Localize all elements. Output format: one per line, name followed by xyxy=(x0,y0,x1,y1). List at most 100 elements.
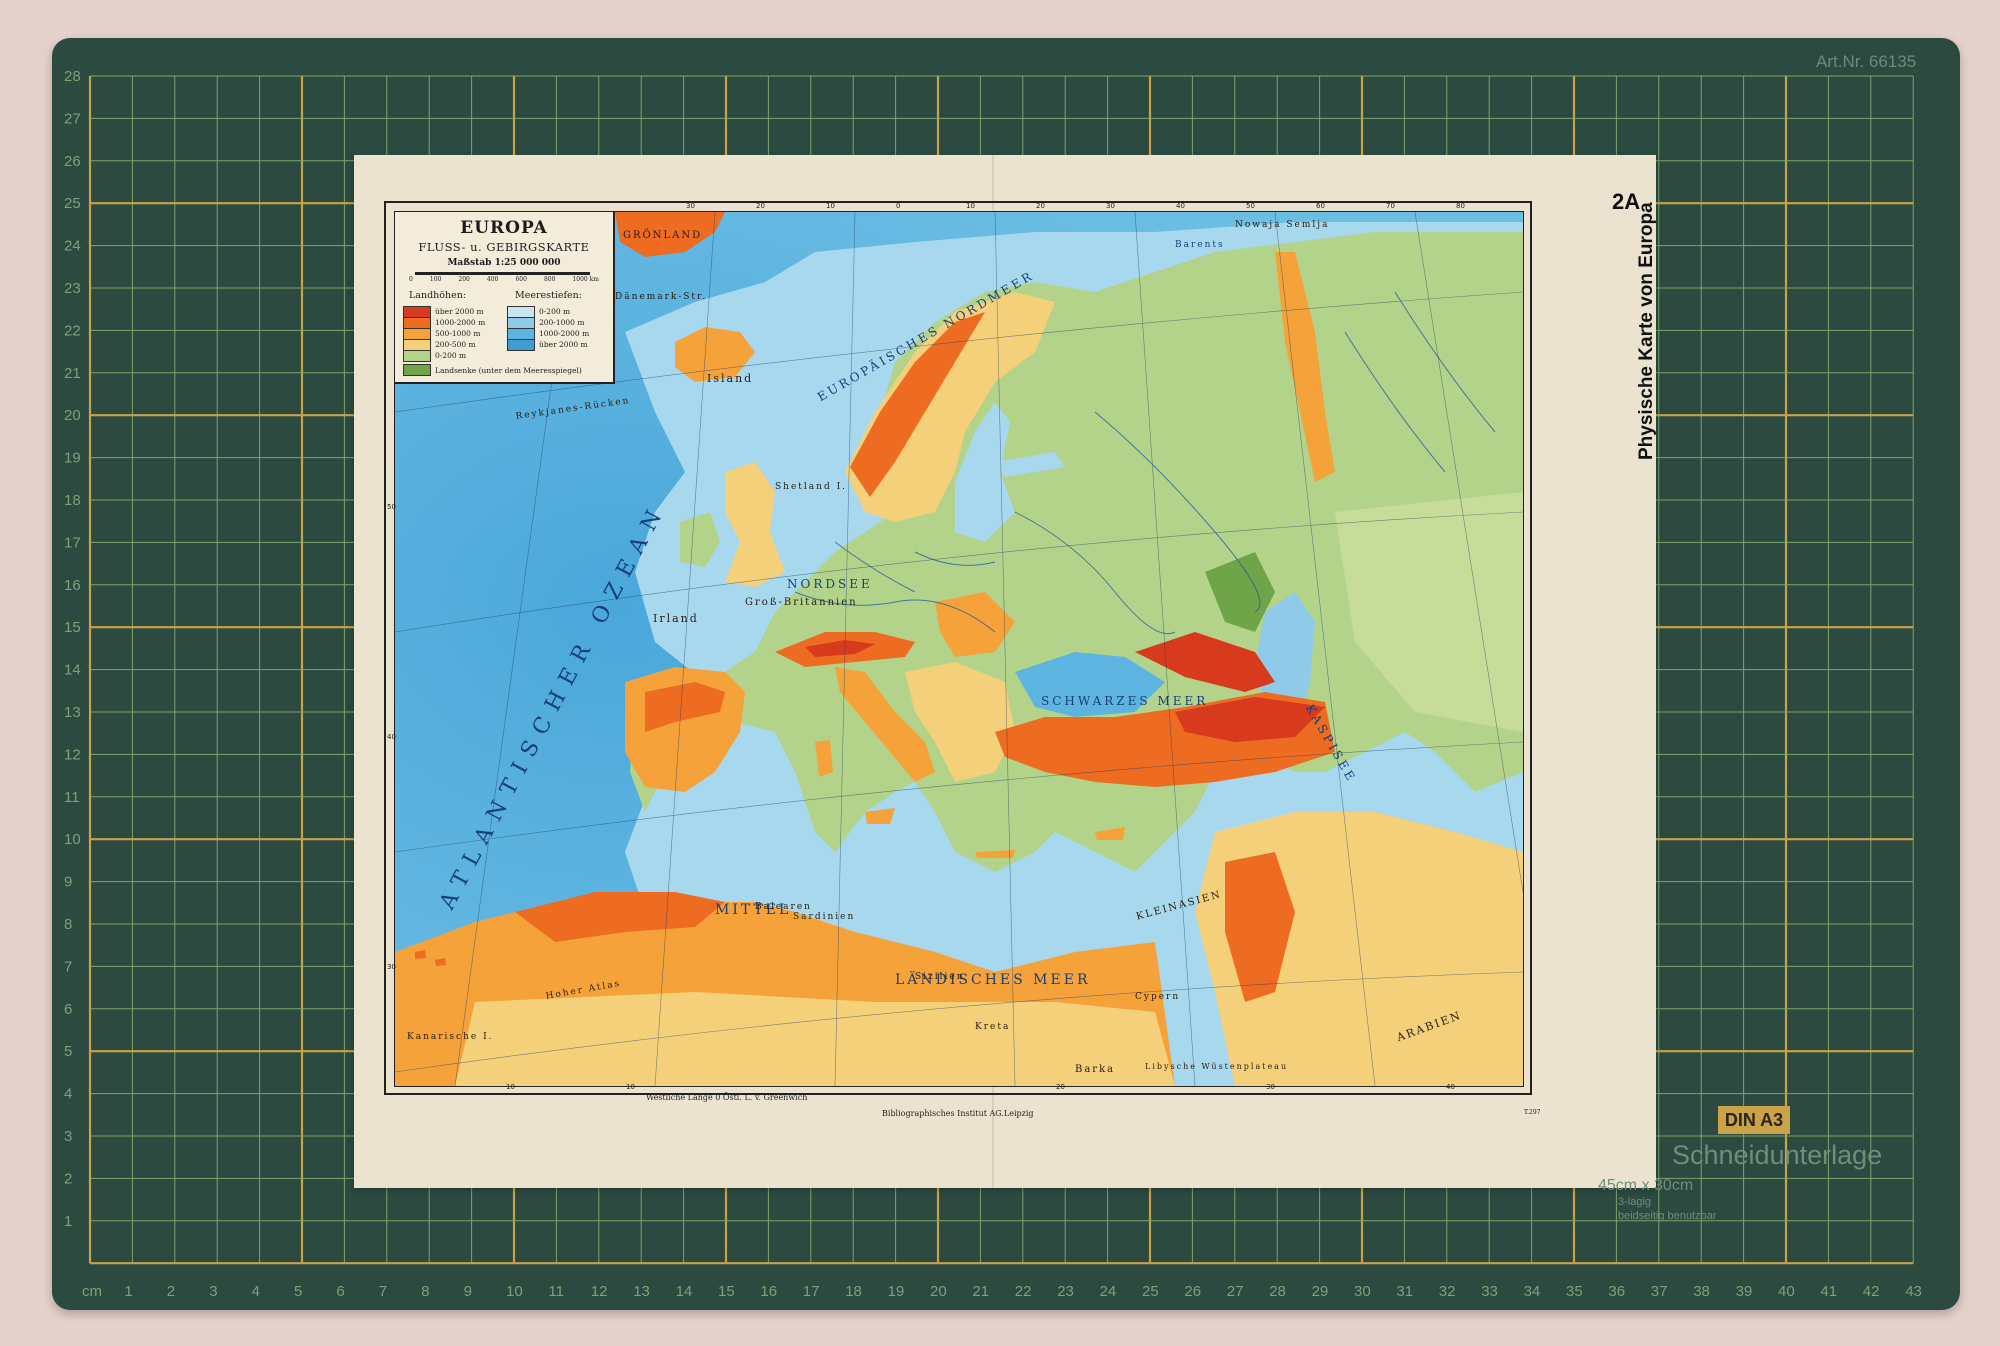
ruler-label-bottom: 7 xyxy=(379,1283,387,1300)
land-legend-row: 500-1000 m xyxy=(403,327,481,340)
longitude-label: 10 xyxy=(506,1083,515,1091)
land-legend-row: 1000-2000 m xyxy=(403,316,486,329)
ruler-label-bottom: 42 xyxy=(1863,1283,1880,1300)
ruler-label-left: 28 xyxy=(64,68,81,85)
land-legend-label: über 2000 m xyxy=(435,307,484,316)
map-frame: ATLANTISCHER OZEAN EUROPÄISCHES NORDMEER… xyxy=(384,201,1532,1095)
ruler-label-bottom: 13 xyxy=(633,1283,650,1300)
sea-swatch xyxy=(507,338,535,351)
scale-tick: 600 xyxy=(515,276,527,283)
land-heading: Landhöhen: xyxy=(409,290,467,301)
sahara xyxy=(455,992,1175,1086)
product-name: Schneidunterlage xyxy=(1672,1140,1883,1170)
ruler-label-bottom: 41 xyxy=(1820,1283,1837,1300)
ruler-label-bottom: 27 xyxy=(1227,1283,1244,1300)
longitude-label: 80 xyxy=(1456,202,1465,210)
scale-bar xyxy=(415,272,590,275)
ruler-label-left: 15 xyxy=(64,619,81,636)
label-denmark-strait: Dänemark-Str. xyxy=(615,292,708,302)
label-libyan-plateau: Libysche Wüstenplateau xyxy=(1145,1062,1289,1071)
ruler-label-bottom: 30 xyxy=(1354,1283,1371,1300)
side-title: Physische Karte von Europa xyxy=(1636,202,1657,460)
sea-legend-row: 0-200 m xyxy=(507,305,571,318)
label-iceland: Island xyxy=(707,372,754,385)
ruler-label-bottom: 2 xyxy=(167,1283,175,1300)
ruler-label-left: 20 xyxy=(64,407,81,424)
ruler-label-left: 1 xyxy=(64,1213,72,1230)
label-sicily: Sizilien xyxy=(915,972,965,982)
sea-legend-row: über 2000 m xyxy=(507,338,588,351)
ruler-label-bottom: 3 xyxy=(209,1283,217,1300)
ruler-label-bottom: 16 xyxy=(760,1283,777,1300)
din-a3-badge: DIN A3 xyxy=(1718,1106,1790,1134)
land-legend-label: 200-500 m xyxy=(435,340,476,349)
label-balearen: Balearen xyxy=(755,902,812,912)
ruler-label-left: 16 xyxy=(64,577,81,594)
sea-legend-label: über 2000 m xyxy=(539,340,588,349)
label-black-sea: SCHWARZES MEER xyxy=(1041,694,1209,708)
longitude-label: 30 xyxy=(686,202,695,210)
scale-tick: 1000 km xyxy=(572,276,599,283)
ruler-label-left: 18 xyxy=(64,492,81,509)
article-number: Art.Nr. 66135 xyxy=(1816,52,1917,71)
scale-tick: 200 xyxy=(458,276,470,283)
ruler-label-bottom: 31 xyxy=(1396,1283,1413,1300)
ruler-label-left: 13 xyxy=(64,704,81,721)
ruler-label-bottom: 14 xyxy=(676,1283,693,1300)
legend-scale: Maßstab 1:25 000 000 xyxy=(447,258,561,268)
depression-label: Landsenke (unter dem Meeresspiegel) xyxy=(435,365,582,375)
ruler-label-bottom: 38 xyxy=(1693,1283,1710,1300)
longitude-label: 30 xyxy=(1106,202,1115,210)
longitude-label: 20 xyxy=(1056,1083,1065,1091)
ruler-label-left: 25 xyxy=(64,195,81,212)
map-area: ATLANTISCHER OZEAN EUROPÄISCHES NORDMEER… xyxy=(394,211,1524,1087)
land-legend-label: 0-200 m xyxy=(435,351,467,360)
ruler-label-bottom: 33 xyxy=(1481,1283,1498,1300)
ruler-label-bottom: 39 xyxy=(1736,1283,1753,1300)
ruler-label-left: 8 xyxy=(64,916,72,933)
map-legend: EUROPA FLUSS- u. GEBIRGSKARTE Maßstab 1:… xyxy=(395,212,615,384)
ruler-label-bottom: 43 xyxy=(1905,1283,1922,1300)
ruler-label-left: 26 xyxy=(64,153,81,170)
ruler-label-left: 22 xyxy=(64,322,81,339)
ruler-label-left: 6 xyxy=(64,1001,72,1018)
legend-depression: Landsenke (unter dem Meeresspiegel) xyxy=(403,364,582,376)
ruler-label-bottom: 37 xyxy=(1651,1283,1668,1300)
land-legend-row: über 2000 m xyxy=(403,305,484,318)
sea-legend-label: 0-200 m xyxy=(539,307,571,316)
feature-2: beidseitig benutzbar xyxy=(1618,1210,1717,1222)
ruler-label-left: 19 xyxy=(64,450,81,467)
ruler-label-left: 24 xyxy=(64,238,81,255)
label-ireland: Irland xyxy=(653,612,699,625)
ruler-label-bottom: 17 xyxy=(803,1283,820,1300)
ruler-label-left: 23 xyxy=(64,280,81,297)
ruler-label-left: 5 xyxy=(64,1043,72,1060)
longitude-label: 10 xyxy=(826,202,835,210)
ruler-label-bottom: 4 xyxy=(252,1283,260,1300)
land-legend-label: 500-1000 m xyxy=(435,329,481,338)
label-greenland: GRÖNLAND xyxy=(623,230,703,241)
ruler-label-bottom: 40 xyxy=(1778,1283,1795,1300)
ruler-label-bottom: 12 xyxy=(591,1283,608,1300)
label-canary: Kanarische I. xyxy=(407,1032,494,1042)
longitude-label: 10 xyxy=(626,1083,635,1091)
ruler-label-bottom: 28 xyxy=(1269,1283,1286,1300)
land-legend-label: 1000-2000 m xyxy=(435,318,486,327)
land-swatch xyxy=(403,349,431,362)
ruler-label-left: 11 xyxy=(64,789,80,806)
sea-legend-label: 1000-2000 m xyxy=(539,329,590,338)
ruler-label-left: 14 xyxy=(64,662,81,679)
ruler-label-left: 2 xyxy=(64,1170,72,1187)
scale-ticks: 0 100 200 400 600 800 1000 km xyxy=(409,276,599,283)
ruler-label-bottom: 35 xyxy=(1566,1283,1583,1300)
label-crete: Kreta xyxy=(975,1022,1011,1032)
longitude-label: 70 xyxy=(1386,202,1395,210)
land-legend-row: 0-200 m xyxy=(403,349,467,362)
longitude-note: Westliche Länge 0 Östl. L. v. Greenwich xyxy=(646,1093,808,1102)
sea-legend-label: 200-1000 m xyxy=(539,318,585,327)
legend-title: EUROPA xyxy=(460,218,548,238)
sea-legend-row: 200-1000 m xyxy=(507,316,585,329)
label-barka: Barka xyxy=(1075,1064,1116,1075)
ruler-label-bottom: cm xyxy=(82,1283,102,1300)
scale-tick: 100 xyxy=(429,276,442,283)
